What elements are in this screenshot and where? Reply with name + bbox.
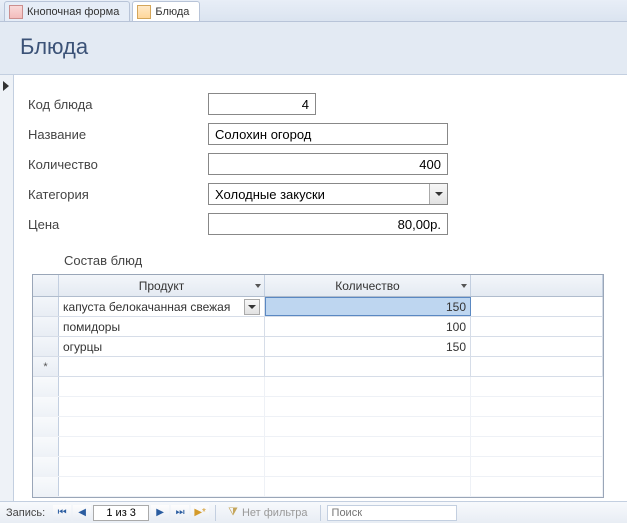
column-header-qty[interactable]: Количество [265, 275, 471, 296]
nav-new-button[interactable]: ▶* [191, 505, 209, 521]
record-navigator: Запись: ⏮ ◀ ▶ ⏭ ▶* ⧩ Нет фильтра [0, 501, 627, 523]
cell-qty[interactable]: 150 [265, 337, 471, 356]
cell-product[interactable]: огурцы [59, 337, 265, 356]
chevron-down-icon[interactable] [461, 284, 467, 288]
subform-ingredients: Продукт Количество капуста белокачанная … [32, 274, 604, 498]
nav-filter-status[interactable]: ⧩ Нет фильтра [222, 506, 313, 519]
nav-prev-button[interactable]: ◀ [73, 505, 91, 521]
label-category: Категория [28, 187, 208, 202]
label-name: Название [28, 127, 208, 142]
funnel-icon: ⧩ [228, 506, 238, 519]
nav-search-input[interactable] [327, 505, 457, 521]
label-price: Цена [28, 217, 208, 232]
row-selector[interactable] [33, 317, 59, 336]
cell-qty[interactable]: 150 [265, 297, 471, 316]
table-row[interactable]: помидоры 100 [33, 317, 603, 337]
subform-title: Состав блюд [64, 253, 619, 268]
form-body: Код блюда Название Количество Категория … [0, 75, 627, 501]
subform-header: Продукт Количество [33, 275, 603, 297]
input-code[interactable] [208, 93, 316, 115]
row-selector[interactable] [33, 337, 59, 356]
record-selector[interactable] [0, 75, 14, 501]
new-record-icon[interactable]: * [33, 357, 59, 376]
chevron-down-icon[interactable] [429, 184, 447, 204]
form-icon [137, 5, 151, 19]
tab-label: Кнопочная форма [27, 6, 119, 18]
label-code: Код блюда [28, 97, 208, 112]
table-row-new[interactable]: * [33, 357, 603, 377]
select-all-rows[interactable] [33, 275, 59, 296]
input-qty[interactable] [208, 153, 448, 175]
nav-label: Запись: [4, 507, 51, 519]
tab-switchboard[interactable]: Кнопочная форма [4, 1, 130, 21]
cell-product[interactable]: капуста белокачанная свежая [59, 297, 265, 316]
label-qty: Количество [28, 157, 208, 172]
form-header: Блюда [0, 22, 627, 75]
chevron-down-icon[interactable] [244, 299, 260, 315]
column-header-product[interactable]: Продукт [59, 275, 265, 296]
table-row[interactable]: огурцы 150 [33, 337, 603, 357]
nav-position[interactable] [93, 505, 149, 521]
cell-product[interactable] [59, 357, 265, 376]
chevron-down-icon[interactable] [255, 284, 261, 288]
input-price[interactable] [208, 213, 448, 235]
tab-label: Блюда [155, 6, 189, 18]
combo-category-input[interactable] [209, 184, 429, 204]
nav-last-button[interactable]: ⏭ [171, 505, 189, 521]
document-tabs: Кнопочная форма Блюда [0, 0, 627, 22]
table-row[interactable]: капуста белокачанная свежая 150 [33, 297, 603, 317]
column-header-blank [471, 275, 603, 296]
form-icon [9, 5, 23, 19]
nav-next-button[interactable]: ▶ [151, 505, 169, 521]
cell-qty[interactable]: 100 [265, 317, 471, 336]
page-title: Блюда [0, 30, 627, 70]
input-name[interactable] [208, 123, 448, 145]
cell-product[interactable]: помидоры [59, 317, 265, 336]
nav-first-button[interactable]: ⏮ [53, 505, 71, 521]
tab-dishes[interactable]: Блюда [132, 1, 200, 21]
combo-category[interactable] [208, 183, 448, 205]
cell-qty[interactable] [265, 357, 471, 376]
row-selector[interactable] [33, 297, 59, 316]
